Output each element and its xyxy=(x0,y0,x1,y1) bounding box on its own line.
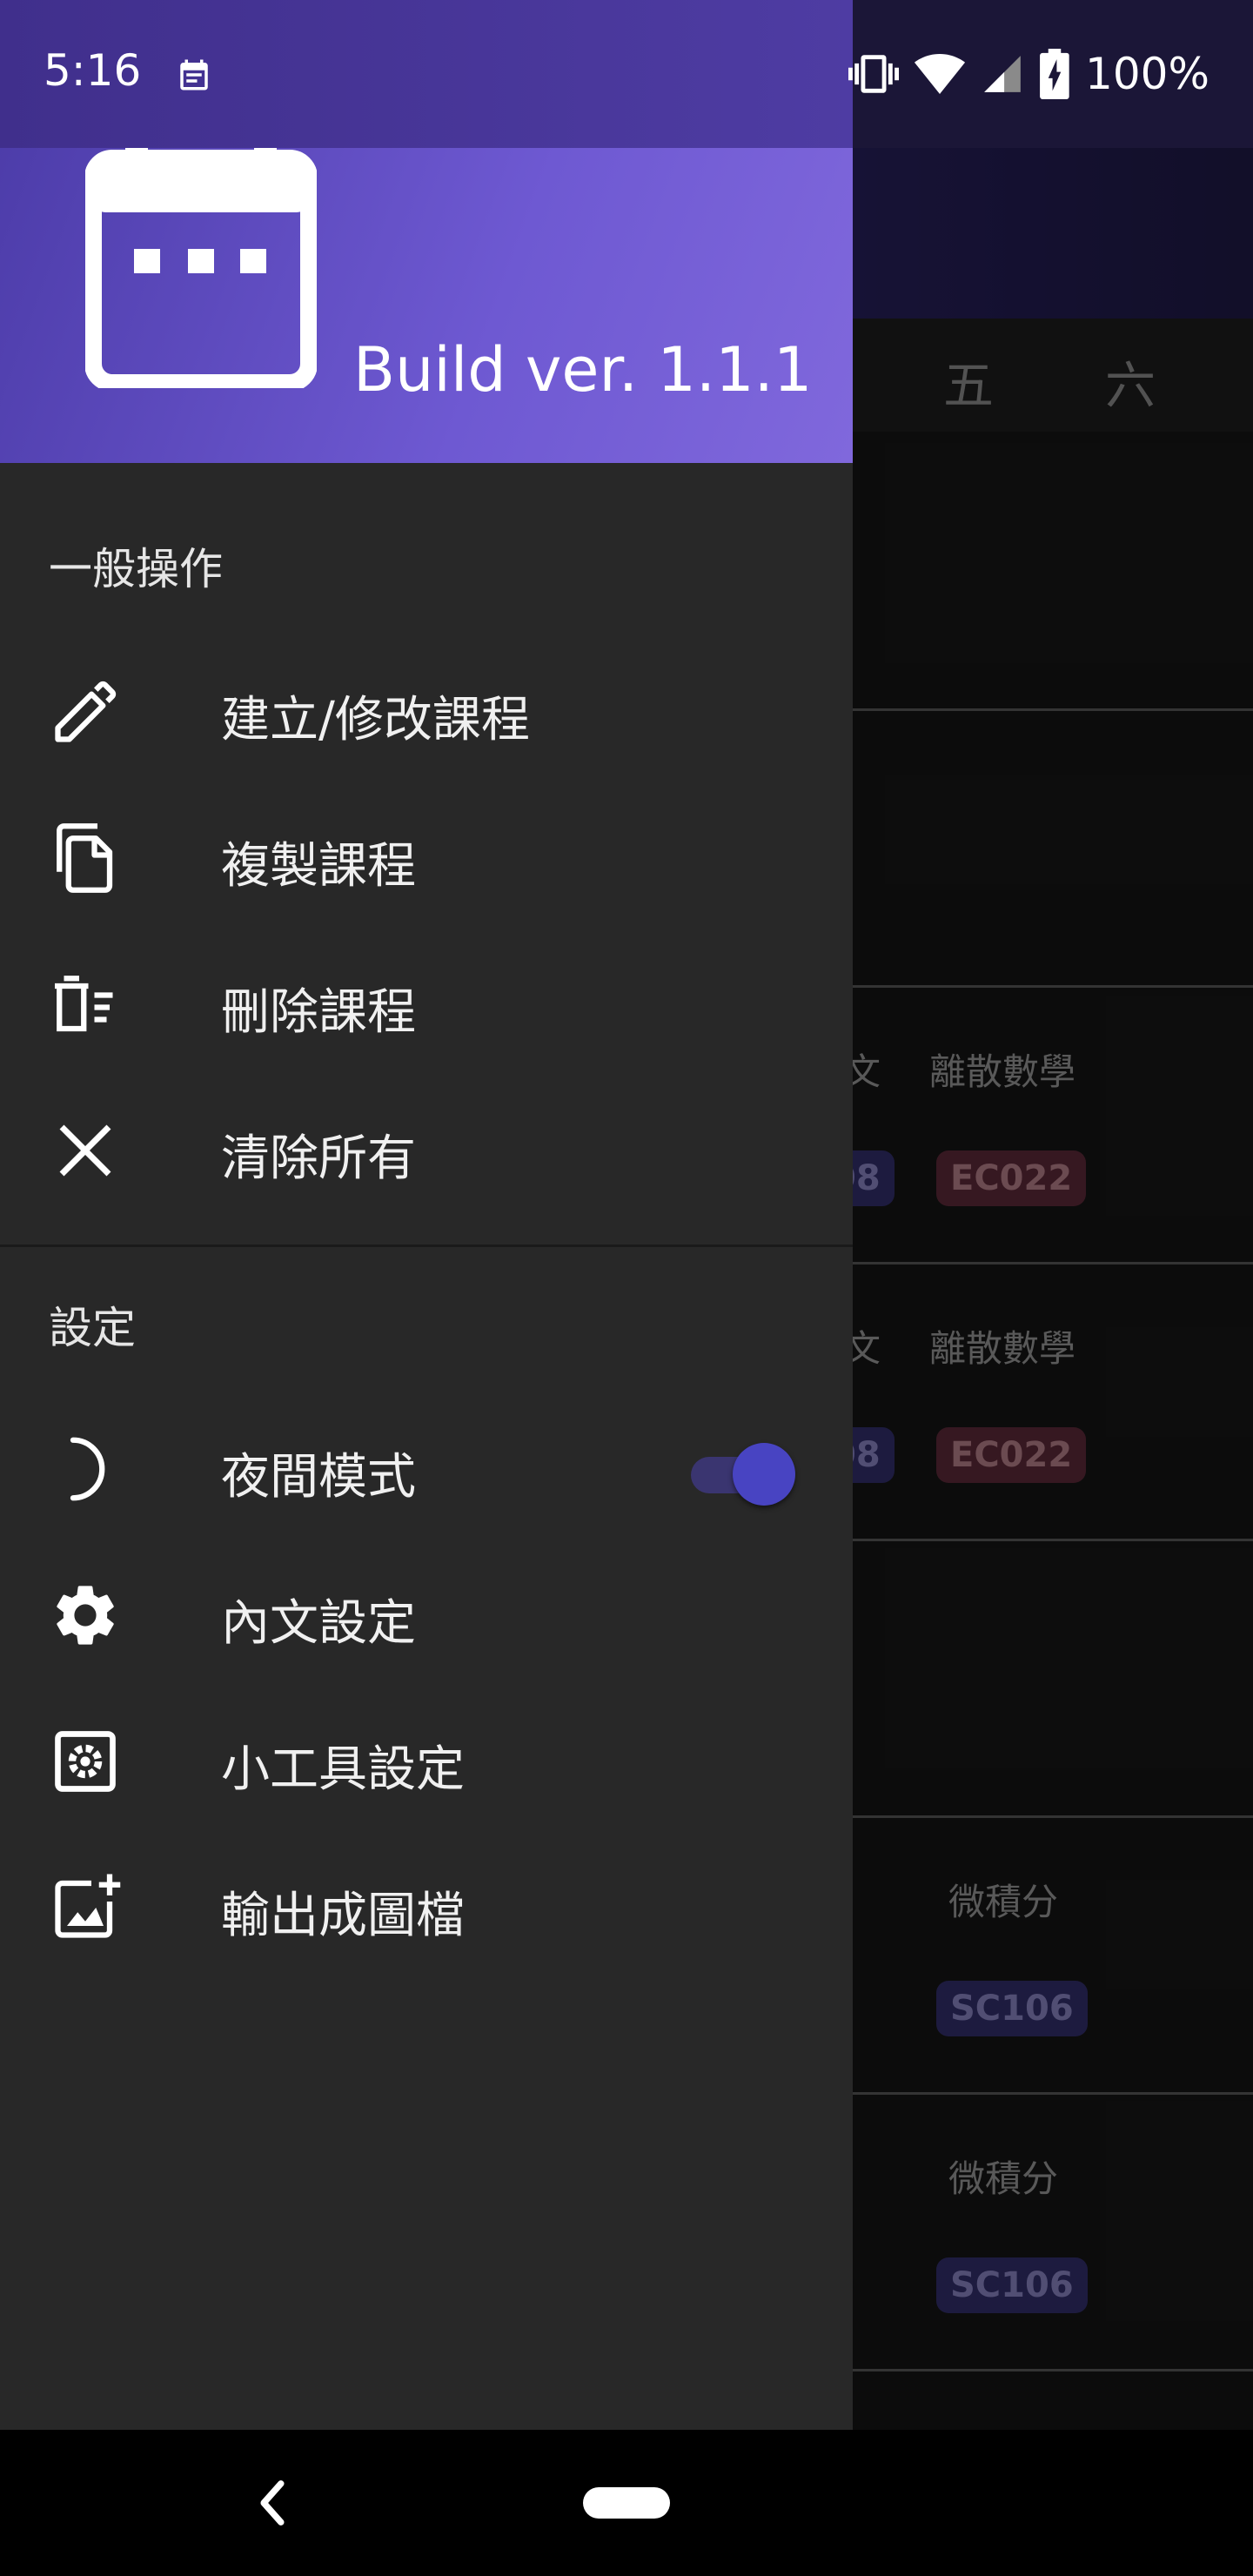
menu-label: 複製課程 xyxy=(221,838,416,895)
menu-item-export-image[interactable]: 輸出成圖檔 xyxy=(0,1829,853,1976)
widget-settings-icon xyxy=(55,1731,116,1792)
battery-charging-icon xyxy=(1040,49,1069,99)
section-title-settings: 設定 xyxy=(49,1303,136,1353)
gear-icon xyxy=(57,1586,114,1645)
menu-item-copy-course[interactable]: 複製課程 xyxy=(0,780,853,926)
battery-percentage: 100% xyxy=(1085,49,1209,99)
section-divider xyxy=(0,1244,853,1247)
toggle-thumb xyxy=(733,1443,795,1506)
menu-item-night-mode[interactable]: 夜間模式 xyxy=(0,1391,853,1537)
menu-item-delete-course[interactable]: 刪除課程 xyxy=(0,926,853,1072)
delete-list-icon xyxy=(55,976,113,1032)
menu-item-clear-all[interactable]: 清除所有 xyxy=(0,1072,853,1218)
calendar-icon xyxy=(85,134,317,388)
back-icon[interactable] xyxy=(251,2475,294,2531)
menu-label: 清除所有 xyxy=(221,1130,416,1187)
home-pill-button[interactable] xyxy=(583,2487,670,2519)
add-image-icon xyxy=(55,1874,121,1938)
menu-item-text-settings[interactable]: 內文設定 xyxy=(0,1537,853,1683)
menu-label: 刪除課程 xyxy=(221,984,416,1041)
build-version: Build ver. 1.1.1 xyxy=(353,334,813,406)
wifi-icon xyxy=(915,54,966,94)
navigation-drawer: Build ver. 1.1.1 一般操作 建立/修改課程 複製課程 刪除課程 … xyxy=(0,0,853,2430)
menu-item-edit-course[interactable]: 建立/修改課程 xyxy=(0,634,853,780)
menu-item-widget-settings[interactable]: 小工具設定 xyxy=(0,1683,853,1829)
section-title-general: 一般操作 xyxy=(49,544,223,594)
calendar-icon xyxy=(180,59,208,91)
moon-icon xyxy=(70,1437,105,1501)
system-navigation-bar xyxy=(0,2430,1253,2576)
vibrate-icon xyxy=(848,55,900,93)
status-bar: 5:16 100% xyxy=(0,0,1253,148)
menu-label: 輸出成圖檔 xyxy=(221,1888,465,1944)
close-icon xyxy=(59,1124,111,1177)
menu-label: 夜間模式 xyxy=(221,1449,416,1506)
menu-label: 小工具設定 xyxy=(221,1741,465,1798)
signal-icon xyxy=(984,56,1021,92)
night-mode-toggle[interactable] xyxy=(691,1441,795,1506)
menu-label: 內文設定 xyxy=(221,1595,416,1652)
menu-label: 建立/修改課程 xyxy=(221,692,530,748)
copy-icon xyxy=(57,823,113,893)
status-clock: 5:16 xyxy=(44,45,142,96)
pencil-icon xyxy=(55,681,117,742)
